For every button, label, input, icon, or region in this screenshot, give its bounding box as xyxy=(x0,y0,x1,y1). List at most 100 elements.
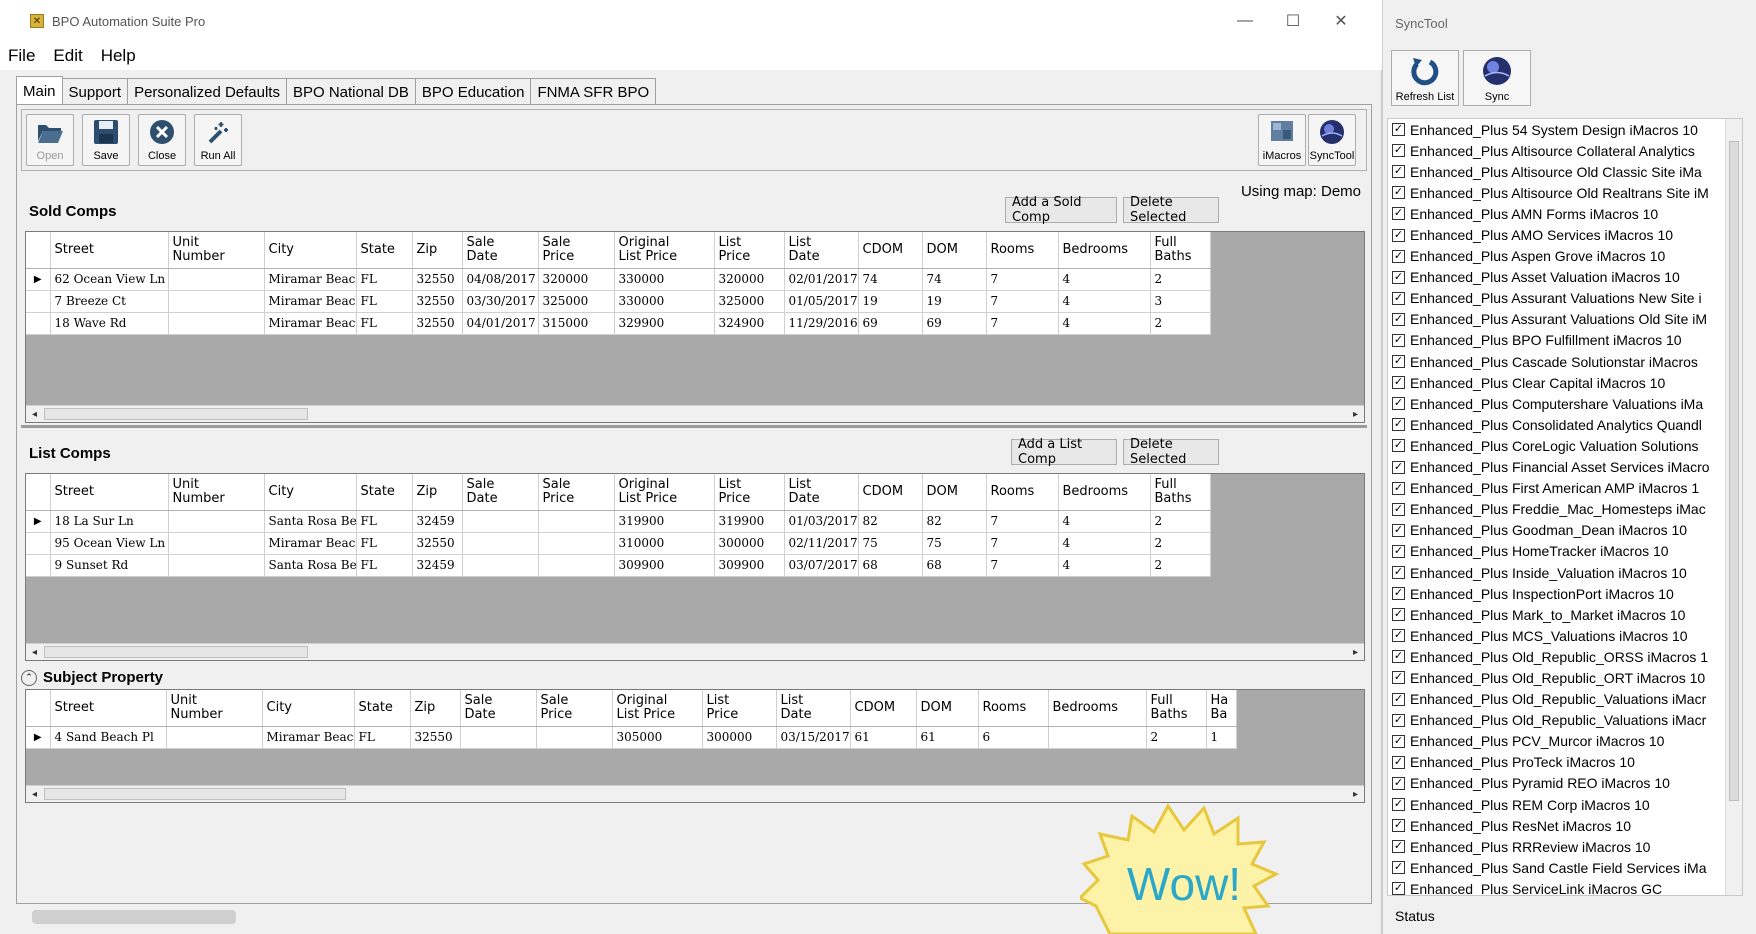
list-comps-grid[interactable]: Street Unit Number City State Zip Sale Date Sale… xyxy=(25,473,1365,661)
table-cell[interactable] xyxy=(462,532,539,555)
table-cell[interactable]: 4 Sand Beach Pl xyxy=(50,726,167,749)
macro-list-item[interactable]: ✓ Enhanced_Plus Altisource Collateral Ana… xyxy=(1388,140,1742,161)
table-cell[interactable]: 2 xyxy=(1150,554,1211,577)
column-header[interactable]: Ha Ba xyxy=(1206,690,1237,727)
table-cell[interactable]: 74 xyxy=(922,268,987,291)
column-header[interactable]: Street xyxy=(50,232,169,269)
table-cell[interactable]: 6 xyxy=(978,726,1049,749)
column-header[interactable]: Sale Price xyxy=(536,690,613,727)
column-header[interactable]: Sale Date xyxy=(462,232,539,269)
macro-list-item[interactable]: ✓ Enhanced_Plus Assurant Valuations Old S… xyxy=(1388,309,1742,330)
checkbox-checked-icon[interactable]: ✓ xyxy=(1392,312,1405,326)
column-header[interactable]: Rooms xyxy=(986,232,1059,269)
tab-main[interactable]: Main xyxy=(16,76,63,105)
save-button[interactable]: Save xyxy=(82,114,130,166)
macro-list-item[interactable]: ✓ Enhanced_Plus Old_Republic_Valuations i… xyxy=(1388,689,1742,710)
column-header[interactable]: Bedrooms xyxy=(1048,690,1147,727)
menu-edit[interactable]: Edit xyxy=(51,46,82,66)
row-selector[interactable] xyxy=(26,312,51,335)
checkbox-checked-icon[interactable]: ✓ xyxy=(1392,629,1405,643)
table-cell[interactable] xyxy=(462,510,539,533)
checkbox-checked-icon[interactable]: ✓ xyxy=(1392,587,1405,601)
macro-list-item[interactable]: ✓ Enhanced_Plus Altisource Old Realtrans … xyxy=(1388,182,1742,203)
column-header[interactable]: City xyxy=(264,232,357,269)
table-cell[interactable]: 309900 xyxy=(714,554,785,577)
macro-list-item[interactable]: ✓ Enhanced_Plus First American AMP iMacro… xyxy=(1388,478,1742,499)
column-header[interactable]: List Date xyxy=(784,474,859,511)
sold-comps-hscroll[interactable]: ◂ ▸ xyxy=(26,405,1364,422)
table-row[interactable]: ▶18 La Sur Ln Santa Rosa BeachFL32459 3199… xyxy=(26,510,1211,533)
macro-list-item[interactable]: ✓ Enhanced_Plus Financial Asset Services … xyxy=(1388,457,1742,478)
table-cell[interactable]: 32550 xyxy=(412,312,463,335)
minimize-button[interactable]: — xyxy=(1222,0,1268,42)
checkbox-checked-icon[interactable]: ✓ xyxy=(1392,333,1405,347)
close-window-button[interactable]: ✕ xyxy=(1318,0,1364,42)
checkbox-checked-icon[interactable]: ✓ xyxy=(1392,671,1405,685)
table-cell[interactable]: 325000 xyxy=(714,290,785,313)
table-cell[interactable]: 324900 xyxy=(714,312,785,335)
column-header[interactable]: Original List Price xyxy=(614,232,715,269)
table-cell[interactable] xyxy=(538,532,615,555)
add-sold-comp-button[interactable]: Add a Sold Comp xyxy=(1005,195,1117,225)
macro-list-item[interactable]: ✓ Enhanced_Plus InspectionPort iMacros 10 xyxy=(1388,583,1742,604)
menu-help[interactable]: Help xyxy=(99,46,136,66)
table-cell[interactable] xyxy=(166,726,263,749)
subject-property-grid[interactable]: Street Unit Number City State Zip Sale Date Sale… xyxy=(25,689,1365,803)
table-cell[interactable]: 32550 xyxy=(410,726,461,749)
maximize-button[interactable]: ☐ xyxy=(1270,0,1316,42)
table-cell[interactable]: 75 xyxy=(858,532,923,555)
macro-list-item[interactable]: ✓ Enhanced_Plus AMN Forms iMacros 10 xyxy=(1388,203,1742,224)
macro-list-item[interactable]: ✓ Enhanced_Plus Clear Capital iMacros 10 xyxy=(1388,372,1742,393)
checkbox-checked-icon[interactable]: ✓ xyxy=(1392,207,1405,221)
table-cell[interactable]: 325000 xyxy=(538,290,615,313)
table-cell[interactable]: 330000 xyxy=(614,290,715,313)
table-cell[interactable]: 310000 xyxy=(614,532,715,555)
table-cell[interactable]: 03/15/2017 xyxy=(776,726,851,749)
table-cell[interactable] xyxy=(168,312,265,335)
table-cell[interactable]: Santa Rosa Beach xyxy=(264,554,357,577)
table-cell[interactable] xyxy=(168,510,265,533)
table-cell[interactable]: 82 xyxy=(922,510,987,533)
tab-support[interactable]: Support xyxy=(61,78,129,105)
refresh-list-button[interactable]: Refresh List xyxy=(1391,50,1459,106)
macro-list-item[interactable]: ✓ Enhanced_Plus ProTeck iMacros 10 xyxy=(1388,752,1742,773)
table-cell[interactable]: 319900 xyxy=(614,510,715,533)
checkbox-checked-icon[interactable]: ✓ xyxy=(1392,228,1405,242)
column-header[interactable]: DOM xyxy=(922,232,987,269)
checkbox-checked-icon[interactable]: ✓ xyxy=(1392,123,1405,137)
column-header[interactable]: Full Baths xyxy=(1146,690,1207,727)
table-cell[interactable]: 95 Ocean View Ln xyxy=(50,532,169,555)
checkbox-checked-icon[interactable]: ✓ xyxy=(1392,882,1405,895)
table-cell[interactable]: 68 xyxy=(858,554,923,577)
column-header[interactable]: List Price xyxy=(702,690,777,727)
synctool-button[interactable]: SyncTool xyxy=(1308,114,1356,166)
table-cell[interactable]: 305000 xyxy=(612,726,703,749)
checkbox-checked-icon[interactable]: ✓ xyxy=(1392,186,1405,200)
table-cell[interactable]: 32459 xyxy=(412,510,463,533)
table-cell[interactable] xyxy=(460,726,537,749)
tab-bpo-education[interactable]: BPO Education xyxy=(414,78,532,105)
macro-list-item[interactable]: ✓ Enhanced_Plus Goodman_Dean iMacros 10 xyxy=(1388,520,1742,541)
table-cell[interactable]: 32550 xyxy=(412,290,463,313)
macro-list-item[interactable]: ✓ Enhanced_Plus AMO Services iMacros 10 xyxy=(1388,224,1742,245)
scroll-thumb[interactable] xyxy=(1729,141,1739,801)
table-cell[interactable] xyxy=(168,268,265,291)
table-cell[interactable]: 7 xyxy=(986,510,1059,533)
column-header[interactable]: CDOM xyxy=(858,474,923,511)
column-header[interactable]: Sale Price xyxy=(538,232,615,269)
table-cell[interactable]: 32550 xyxy=(412,268,463,291)
table-cell[interactable]: 19 xyxy=(858,290,923,313)
macro-list-item[interactable]: ✓ Enhanced_Plus ServiceLink iMacros GC xyxy=(1388,878,1742,895)
column-header[interactable]: City xyxy=(264,474,357,511)
imacros-button[interactable]: iMacros xyxy=(1258,114,1306,166)
checkbox-checked-icon[interactable]: ✓ xyxy=(1392,713,1405,727)
macro-list-item[interactable]: ✓ Enhanced_Plus Consolidated Analytics Qu… xyxy=(1388,414,1742,435)
checkbox-checked-icon[interactable]: ✓ xyxy=(1392,502,1405,516)
column-header[interactable]: State xyxy=(356,474,413,511)
column-header[interactable]: State xyxy=(354,690,411,727)
column-header[interactable]: Zip xyxy=(412,474,463,511)
macro-list-item[interactable]: ✓ Enhanced_Plus Inside_Valuation iMacros … xyxy=(1388,562,1742,583)
column-header[interactable]: Zip xyxy=(412,232,463,269)
macro-list-item[interactable]: ✓ Enhanced_Plus Assurant Valuations New S… xyxy=(1388,288,1742,309)
table-cell[interactable]: 32550 xyxy=(412,532,463,555)
